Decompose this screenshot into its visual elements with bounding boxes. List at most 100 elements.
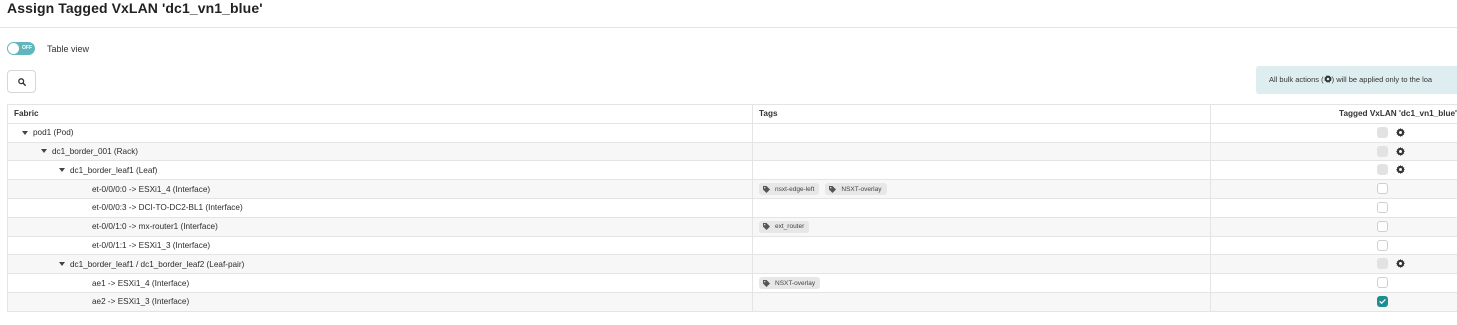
- tag-label: ext_router: [775, 223, 805, 231]
- table-body: pod1 (Pod) dc1_border_001 (Rack) dc1_borde…: [7, 122, 1457, 312]
- caret-down-icon[interactable]: [22, 130, 28, 135]
- vxlan-checkbox[interactable]: [1377, 277, 1388, 289]
- row-label: dc1_border_leaf1 (Leaf): [70, 165, 158, 175]
- assignment-table: Fabric Tags Tagged VxLAN 'dc1_vn1_blue' …: [7, 104, 1457, 312]
- tag-icon: [829, 185, 837, 193]
- gear-icon: [1323, 75, 1332, 85]
- row-label: pod1 (Pod): [33, 128, 74, 138]
- caret-down-icon[interactable]: [41, 149, 47, 154]
- row-label: et-0/0/1:1 -> ESXi1_3 (Interface): [92, 240, 211, 250]
- table-row[interactable]: et-0/0/1:1 -> ESXi1_3 (Interface): [7, 235, 1457, 256]
- table-row[interactable]: pod1 (Pod): [7, 122, 1457, 143]
- vxlan-cell: [1210, 141, 1457, 162]
- vxlan-checkbox[interactable]: [1377, 183, 1388, 195]
- vxlan-checkbox: [1377, 258, 1388, 270]
- fabric-cell-content: et-0/0/1:0 -> mx-router1 (Interface): [9, 218, 752, 235]
- vxlan-column-header[interactable]: Tagged VxLAN 'dc1_vn1_blue': [1210, 104, 1457, 124]
- table-row[interactable]: dc1_border_leaf1 / dc1_border_leaf2 (Lea…: [7, 254, 1457, 275]
- fabric-cell-content: dc1_border_leaf1 (Leaf): [9, 162, 752, 179]
- tags-cell: [752, 160, 1211, 181]
- info-text-start: All bulk actions (: [1269, 75, 1324, 84]
- checkmark-icon: [1379, 299, 1386, 304]
- table-header-row: Fabric Tags Tagged VxLAN 'dc1_vn1_blue': [7, 104, 1457, 124]
- title-divider: [0, 27, 1457, 28]
- table-row[interactable]: et-0/0/0:0 -> ESXi1_4 (Interface) nsxt-ed…: [7, 179, 1457, 199]
- vxlan-checkbox: [1377, 126, 1388, 138]
- tags-cell: [752, 254, 1211, 275]
- fabric-cell: dc1_border_leaf1 / dc1_border_leaf2 (Lea…: [7, 254, 753, 275]
- tag-label: NSXT-overlay: [775, 279, 816, 287]
- table-view-toggle-row: OFF Table view: [7, 42, 89, 55]
- page-title: Assign Tagged VxLAN 'dc1_vn1_blue': [7, 0, 263, 16]
- vxlan-checkbox[interactable]: [1377, 239, 1388, 251]
- vxlan-cell: [1210, 273, 1457, 293]
- toggle-knob: [8, 43, 19, 54]
- tag-label: NSXT-overlay: [841, 185, 882, 193]
- fabric-cell-content: ae1 -> ESXi1_4 (Interface): [9, 275, 752, 292]
- tags-cell: [752, 141, 1211, 162]
- fabric-cell-content: ae2 -> ESXi1_3 (Interface): [9, 293, 752, 310]
- fabric-cell-content: et-0/0/1:1 -> ESXi1_3 (Interface): [9, 237, 752, 254]
- fabric-cell: et-0/0/0:0 -> ESXi1_4 (Interface): [7, 179, 753, 199]
- fabric-cell-content: et-0/0/0:3 -> DCI-TO-DC2-BL1 (Interface): [9, 199, 752, 216]
- fabric-cell: dc1_border_001 (Rack): [7, 141, 753, 162]
- fabric-cell: dc1_border_leaf1 (Leaf): [7, 160, 753, 181]
- gear-icon[interactable]: [1396, 165, 1405, 176]
- row-label: dc1_border_leaf1 / dc1_border_leaf2 (Lea…: [70, 259, 245, 269]
- vxlan-cell: [1210, 122, 1457, 143]
- fabric-column-header[interactable]: Fabric: [7, 104, 753, 124]
- vxlan-checkbox[interactable]: [1377, 201, 1388, 213]
- tag-label: nsxt-edge-left: [775, 185, 815, 193]
- vxlan-cell: [1210, 216, 1457, 237]
- vxlan-checkbox: [1377, 164, 1388, 176]
- fabric-cell-content: pod1 (Pod): [9, 124, 752, 141]
- gear-icon[interactable]: [1396, 127, 1405, 139]
- fabric-cell: et-0/0/0:3 -> DCI-TO-DC2-BL1 (Interface): [7, 197, 753, 218]
- table-row[interactable]: ae2 -> ESXi1_3 (Interface): [7, 291, 1457, 312]
- tags-cell: ext_router: [752, 216, 1211, 237]
- vxlan-cell: [1210, 291, 1457, 312]
- table-row[interactable]: et-0/0/0:3 -> DCI-TO-DC2-BL1 (Interface): [7, 197, 1457, 218]
- fabric-cell: ae2 -> ESXi1_3 (Interface): [7, 291, 753, 312]
- table-row[interactable]: et-0/0/1:0 -> mx-router1 (Interface) ext_…: [7, 216, 1457, 237]
- fabric-cell-content: dc1_border_leaf1 / dc1_border_leaf2 (Lea…: [9, 256, 752, 273]
- toggle-state-label: OFF: [22, 45, 32, 51]
- vxlan-cell: [1210, 160, 1457, 181]
- row-label: ae1 -> ESXi1_4 (Interface): [92, 278, 190, 288]
- vxlan-checkbox: [1377, 145, 1388, 157]
- table-view-toggle[interactable]: OFF: [7, 42, 35, 55]
- tags-cell: [752, 122, 1211, 143]
- fabric-cell: et-0/0/1:0 -> mx-router1 (Interface): [7, 216, 753, 237]
- vxlan-checkbox[interactable]: [1377, 295, 1388, 307]
- table-view-label: Table view: [47, 43, 90, 54]
- search-button[interactable]: [7, 70, 36, 93]
- vxlan-cell: [1210, 254, 1457, 275]
- bulk-actions-info: All bulk actions () will be applied only…: [1256, 66, 1457, 94]
- tags-cell: [752, 197, 1211, 218]
- tags-column-header[interactable]: Tags: [752, 104, 1211, 124]
- vxlan-cell: [1210, 179, 1457, 199]
- tag-icon: [763, 185, 770, 193]
- vxlan-checkbox[interactable]: [1377, 220, 1388, 232]
- table-row[interactable]: dc1_border_leaf1 (Leaf): [7, 160, 1457, 181]
- tags-cell: [752, 291, 1211, 312]
- tags-cell: nsxt-edge-left NSXT-overlay: [752, 179, 1211, 199]
- row-label: et-0/0/0:3 -> DCI-TO-DC2-BL1 (Interface): [92, 203, 243, 213]
- tag-badge: nsxt-edge-left: [759, 183, 820, 196]
- table-row[interactable]: ae1 -> ESXi1_4 (Interface) NSXT-overlay: [7, 273, 1457, 293]
- fabric-cell-content: dc1_border_001 (Rack): [9, 143, 752, 160]
- tag-badge: NSXT-overlay: [759, 277, 821, 290]
- caret-down-icon[interactable]: [59, 262, 65, 267]
- row-label: et-0/0/1:0 -> mx-router1 (Interface): [92, 222, 218, 232]
- caret-down-icon[interactable]: [59, 168, 65, 173]
- gear-icon[interactable]: [1396, 259, 1405, 270]
- gear-icon[interactable]: [1396, 146, 1405, 158]
- row-label: dc1_border_001 (Rack): [52, 146, 139, 156]
- fabric-cell: et-0/0/1:1 -> ESXi1_3 (Interface): [7, 235, 753, 256]
- vxlan-cell: [1210, 235, 1457, 256]
- tags-cell: NSXT-overlay: [752, 273, 1211, 293]
- vxlan-cell: [1210, 197, 1457, 218]
- tags-cell: [752, 235, 1211, 256]
- fabric-cell: pod1 (Pod): [7, 122, 753, 143]
- table-row[interactable]: dc1_border_001 (Rack): [7, 141, 1457, 162]
